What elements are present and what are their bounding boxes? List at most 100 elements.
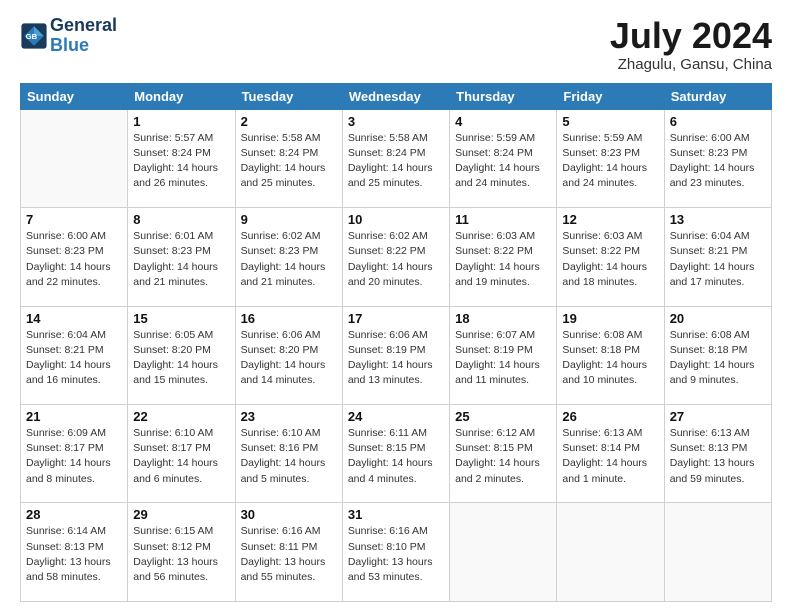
calendar-cell: 15 Sunrise: 6:05 AM Sunset: 8:20 PM Dayli…: [128, 306, 235, 404]
day-number: 27: [670, 409, 766, 424]
logo-icon: GB: [20, 22, 48, 50]
calendar-cell: 27 Sunrise: 6:13 AM Sunset: 8:13 PM Dayli…: [664, 405, 771, 503]
day-info: Sunrise: 5:57 AM Sunset: 8:24 PM Dayligh…: [133, 131, 229, 192]
day-number: 19: [562, 311, 658, 326]
calendar-cell: 22 Sunrise: 6:10 AM Sunset: 8:17 PM Dayli…: [128, 405, 235, 503]
day-info: Sunrise: 6:01 AM Sunset: 8:23 PM Dayligh…: [133, 229, 229, 290]
day-number: 17: [348, 311, 444, 326]
logo: GB General Blue: [20, 16, 117, 56]
calendar-cell: [664, 503, 771, 602]
day-number: 1: [133, 114, 229, 129]
day-number: 16: [241, 311, 337, 326]
day-info: Sunrise: 6:08 AM Sunset: 8:18 PM Dayligh…: [562, 328, 658, 389]
day-number: 31: [348, 507, 444, 522]
day-info: Sunrise: 6:09 AM Sunset: 8:17 PM Dayligh…: [26, 426, 122, 487]
calendar-cell: 10Sunrise: 6:02 AM Sunset: 8:22 PM Dayli…: [342, 208, 449, 306]
day-number: 11: [455, 212, 551, 227]
day-number: 6: [670, 114, 766, 129]
calendar-cell: 25 Sunrise: 6:12 AM Sunset: 8:15 PM Dayli…: [450, 405, 557, 503]
calendar-cell: 26Sunrise: 6:13 AM Sunset: 8:14 PM Dayli…: [557, 405, 664, 503]
calendar-cell: 8 Sunrise: 6:01 AM Sunset: 8:23 PM Daylig…: [128, 208, 235, 306]
day-info: Sunrise: 6:05 AM Sunset: 8:20 PM Dayligh…: [133, 328, 229, 389]
calendar-cell: 16 Sunrise: 6:06 AM Sunset: 8:20 PM Dayli…: [235, 306, 342, 404]
day-number: 18: [455, 311, 551, 326]
calendar-cell: 6 Sunrise: 6:00 AM Sunset: 8:23 PM Daylig…: [664, 109, 771, 207]
calendar-cell: 1 Sunrise: 5:57 AM Sunset: 8:24 PM Daylig…: [128, 109, 235, 207]
day-info: Sunrise: 6:03 AM Sunset: 8:22 PM Dayligh…: [562, 229, 658, 290]
day-info: Sunrise: 5:59 AM Sunset: 8:23 PM Dayligh…: [562, 131, 658, 192]
day-info: Sunrise: 6:15 AM Sunset: 8:12 PM Dayligh…: [133, 524, 229, 585]
calendar-cell: 2Sunrise: 5:58 AM Sunset: 8:24 PM Daylig…: [235, 109, 342, 207]
subtitle: Zhagulu, Gansu, China: [610, 56, 772, 73]
day-number: 14: [26, 311, 122, 326]
calendar-cell: 18 Sunrise: 6:07 AM Sunset: 8:19 PM Dayli…: [450, 306, 557, 404]
weekday-header: Friday: [557, 83, 664, 109]
day-number: 2: [241, 114, 337, 129]
day-number: 23: [241, 409, 337, 424]
day-info: Sunrise: 6:12 AM Sunset: 8:15 PM Dayligh…: [455, 426, 551, 487]
day-number: 26: [562, 409, 658, 424]
day-number: 12: [562, 212, 658, 227]
day-info: Sunrise: 6:06 AM Sunset: 8:20 PM Dayligh…: [241, 328, 337, 389]
day-number: 13: [670, 212, 766, 227]
calendar-cell: 30 Sunrise: 6:16 AM Sunset: 8:11 PM Dayli…: [235, 503, 342, 602]
day-info: Sunrise: 6:04 AM Sunset: 8:21 PM Dayligh…: [26, 328, 122, 389]
day-info: Sunrise: 6:16 AM Sunset: 8:11 PM Dayligh…: [241, 524, 337, 585]
calendar-cell: [21, 109, 128, 207]
day-number: 30: [241, 507, 337, 522]
calendar-cell: 19 Sunrise: 6:08 AM Sunset: 8:18 PM Dayli…: [557, 306, 664, 404]
calendar-cell: 20Sunrise: 6:08 AM Sunset: 8:18 PM Dayli…: [664, 306, 771, 404]
day-number: 20: [670, 311, 766, 326]
day-info: Sunrise: 6:14 AM Sunset: 8:13 PM Dayligh…: [26, 524, 122, 585]
weekday-header: Wednesday: [342, 83, 449, 109]
day-info: Sunrise: 6:11 AM Sunset: 8:15 PM Dayligh…: [348, 426, 444, 487]
day-number: 29: [133, 507, 229, 522]
header: GB General Blue July 2024 Zhagulu, Gansu…: [20, 16, 772, 73]
day-info: Sunrise: 5:59 AM Sunset: 8:24 PM Dayligh…: [455, 131, 551, 192]
week-row: 1 Sunrise: 5:57 AM Sunset: 8:24 PM Daylig…: [21, 109, 772, 207]
calendar-cell: 24 Sunrise: 6:11 AM Sunset: 8:15 PM Dayli…: [342, 405, 449, 503]
title-area: July 2024 Zhagulu, Gansu, China: [610, 16, 772, 73]
calendar-cell: 5 Sunrise: 5:59 AM Sunset: 8:23 PM Daylig…: [557, 109, 664, 207]
calendar-cell: 11 Sunrise: 6:03 AM Sunset: 8:22 PM Dayli…: [450, 208, 557, 306]
calendar-cell: 17 Sunrise: 6:06 AM Sunset: 8:19 PM Dayli…: [342, 306, 449, 404]
day-number: 22: [133, 409, 229, 424]
calendar-cell: 21 Sunrise: 6:09 AM Sunset: 8:17 PM Dayli…: [21, 405, 128, 503]
day-info: Sunrise: 6:00 AM Sunset: 8:23 PM Dayligh…: [26, 229, 122, 290]
calendar-cell: 3Sunrise: 5:58 AM Sunset: 8:24 PM Daylig…: [342, 109, 449, 207]
day-number: 8: [133, 212, 229, 227]
day-number: 21: [26, 409, 122, 424]
day-info: Sunrise: 6:16 AM Sunset: 8:10 PM Dayligh…: [348, 524, 444, 585]
day-info: Sunrise: 6:10 AM Sunset: 8:16 PM Dayligh…: [241, 426, 337, 487]
day-info: Sunrise: 6:03 AM Sunset: 8:22 PM Dayligh…: [455, 229, 551, 290]
calendar-cell: 28Sunrise: 6:14 AM Sunset: 8:13 PM Dayli…: [21, 503, 128, 602]
calendar-cell: [557, 503, 664, 602]
day-number: 15: [133, 311, 229, 326]
day-info: Sunrise: 6:02 AM Sunset: 8:22 PM Dayligh…: [348, 229, 444, 290]
logo-text: General Blue: [50, 16, 117, 56]
day-info: Sunrise: 6:13 AM Sunset: 8:13 PM Dayligh…: [670, 426, 766, 487]
calendar-cell: 7Sunrise: 6:00 AM Sunset: 8:23 PM Daylig…: [21, 208, 128, 306]
calendar-cell: [450, 503, 557, 602]
weekday-header: Saturday: [664, 83, 771, 109]
calendar-cell: 23 Sunrise: 6:10 AM Sunset: 8:16 PM Dayli…: [235, 405, 342, 503]
calendar-cell: 13Sunrise: 6:04 AM Sunset: 8:21 PM Dayli…: [664, 208, 771, 306]
weekday-header: Sunday: [21, 83, 128, 109]
day-number: 3: [348, 114, 444, 129]
calendar-cell: 31 Sunrise: 6:16 AM Sunset: 8:10 PM Dayli…: [342, 503, 449, 602]
day-info: Sunrise: 6:00 AM Sunset: 8:23 PM Dayligh…: [670, 131, 766, 192]
calendar-header-row: SundayMondayTuesdayWednesdayThursdayFrid…: [21, 83, 772, 109]
day-info: Sunrise: 6:07 AM Sunset: 8:19 PM Dayligh…: [455, 328, 551, 389]
day-info: Sunrise: 6:10 AM Sunset: 8:17 PM Dayligh…: [133, 426, 229, 487]
day-number: 5: [562, 114, 658, 129]
day-number: 25: [455, 409, 551, 424]
day-number: 9: [241, 212, 337, 227]
day-number: 4: [455, 114, 551, 129]
calendar: SundayMondayTuesdayWednesdayThursdayFrid…: [20, 83, 772, 602]
day-info: Sunrise: 6:06 AM Sunset: 8:19 PM Dayligh…: [348, 328, 444, 389]
day-number: 24: [348, 409, 444, 424]
week-row: 28Sunrise: 6:14 AM Sunset: 8:13 PM Dayli…: [21, 503, 772, 602]
week-row: 21 Sunrise: 6:09 AM Sunset: 8:17 PM Dayli…: [21, 405, 772, 503]
weekday-header: Thursday: [450, 83, 557, 109]
day-info: Sunrise: 6:02 AM Sunset: 8:23 PM Dayligh…: [241, 229, 337, 290]
